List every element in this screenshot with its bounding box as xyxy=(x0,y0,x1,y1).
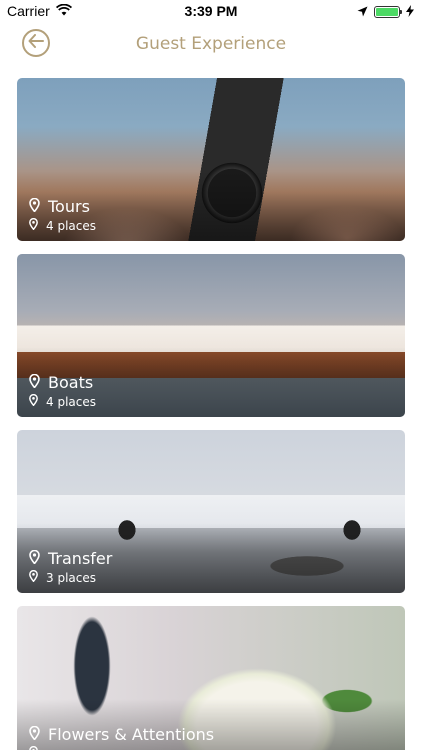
location-arrow-icon xyxy=(357,4,368,20)
map-pin-icon xyxy=(29,197,40,216)
map-pin-icon xyxy=(29,549,40,568)
map-pin-icon xyxy=(29,569,38,585)
battery-level xyxy=(376,8,398,16)
card-title-label: Boats xyxy=(48,373,94,392)
card-places: 4 places xyxy=(29,217,96,233)
map-pin-icon xyxy=(29,217,38,233)
card-places-label: 4 places xyxy=(46,218,96,233)
nav-bar: Guest Experience xyxy=(0,24,422,64)
card-title-label: Transfer xyxy=(48,549,113,568)
category-card-transfer[interactable]: Transfer 3 places xyxy=(17,430,405,593)
card-title-label: Tours xyxy=(48,197,90,216)
card-title: Transfer xyxy=(29,549,112,568)
charging-bolt-icon xyxy=(406,4,414,20)
card-places: 4 places xyxy=(29,393,96,409)
map-pin-icon xyxy=(29,373,40,392)
category-card-boats[interactable]: Boats 4 places xyxy=(17,254,405,417)
card-places xyxy=(29,745,46,750)
card-title-label: Flowers & Attentions xyxy=(48,725,215,744)
map-pin-icon xyxy=(29,393,38,409)
card-title: Tours xyxy=(29,197,90,216)
card-places-label: 3 places xyxy=(46,570,96,585)
map-pin-icon xyxy=(29,725,40,744)
card-places: 3 places xyxy=(29,569,96,585)
page-title: Guest Experience xyxy=(135,34,287,54)
category-card-flowers[interactable]: Flowers & Attentions xyxy=(17,606,405,750)
battery-icon xyxy=(374,6,402,18)
card-title: Boats xyxy=(29,373,93,392)
status-right xyxy=(357,4,414,20)
category-card-tours[interactable]: Tours 4 places xyxy=(17,78,405,241)
map-pin-icon xyxy=(29,745,38,750)
card-places-label: 4 places xyxy=(46,394,96,409)
card-title: Flowers & Attentions xyxy=(29,725,214,744)
status-bar: Carrier 3:39 PM xyxy=(0,0,422,24)
